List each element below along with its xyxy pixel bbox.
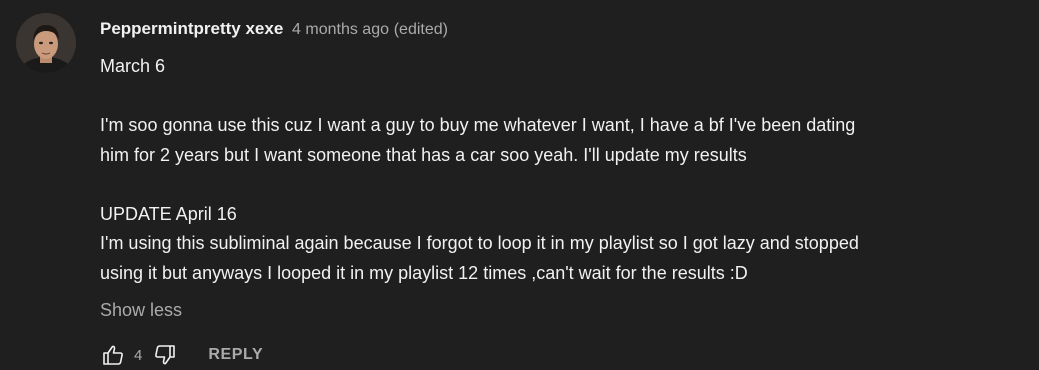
like-count: 4: [134, 346, 143, 364]
comment-thread: Peppermintpretty xexe 4 months ago (edit…: [0, 0, 1039, 370]
comment-text: March 6 I'm soo gonna use this cuz I wan…: [100, 52, 1020, 288]
comment-line: I'm using this subliminal again because …: [100, 233, 859, 253]
comment-line: using it but anyways I looped it in my p…: [100, 262, 748, 283]
avatar-image: [16, 13, 76, 73]
comment-header: Peppermintpretty xexe 4 months ago (edit…: [100, 18, 1020, 41]
comment-body: Peppermintpretty xexe 4 months ago (edit…: [100, 18, 1020, 322]
comment-actions: 4 REPLY: [100, 342, 263, 368]
avatar[interactable]: [16, 13, 76, 73]
comment-line: him for 2 years but I want someone that …: [100, 144, 747, 165]
show-less-button[interactable]: Show less: [100, 298, 1020, 322]
author-name[interactable]: Peppermintpretty xexe: [100, 19, 283, 38]
thumbs-up-icon: [103, 345, 123, 365]
comment-line: March 6: [100, 56, 166, 76]
dislike-button[interactable]: [152, 342, 178, 368]
comment-line: UPDATE April 16: [100, 203, 237, 224]
thumbs-down-icon: [155, 345, 176, 365]
comment-line: I'm soo gonna use this cuz I want a guy …: [100, 115, 856, 135]
like-button[interactable]: [100, 342, 126, 368]
edited-label: (edited): [393, 21, 448, 38]
comment-timestamp[interactable]: 4 months ago: [292, 21, 389, 38]
reply-button[interactable]: REPLY: [208, 346, 263, 364]
